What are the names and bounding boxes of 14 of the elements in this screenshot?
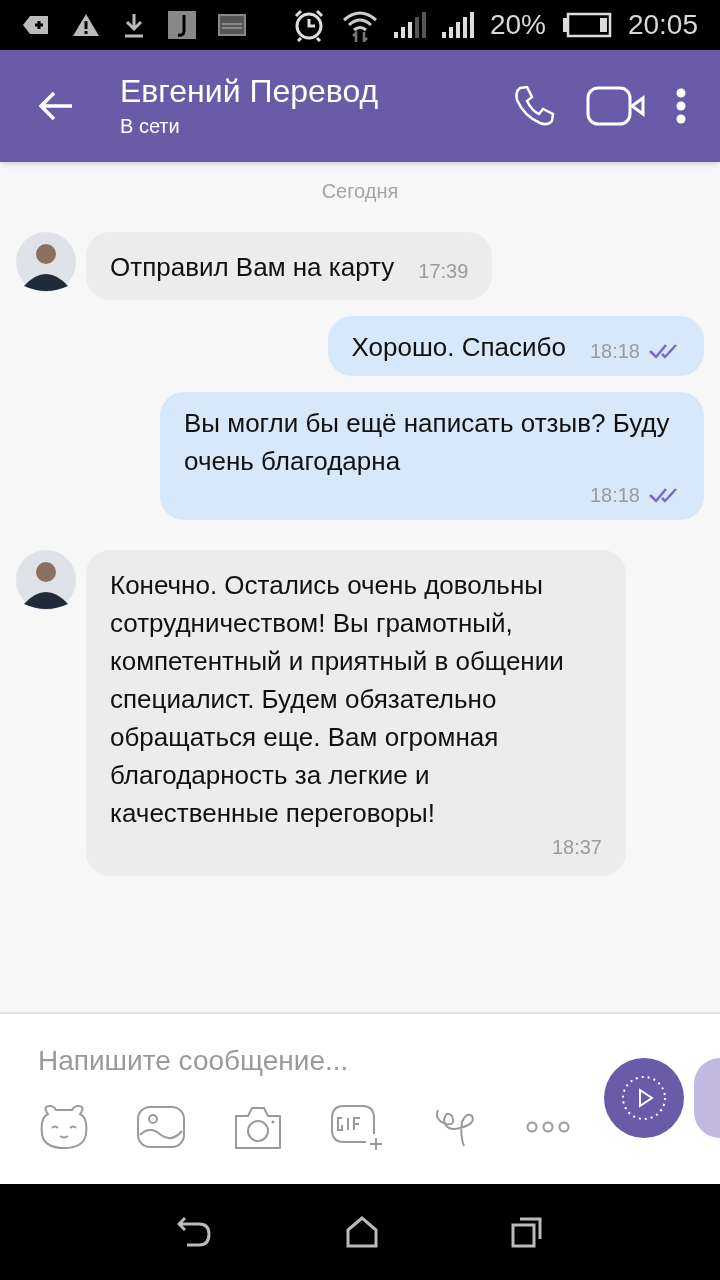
date-divider: Сегодня	[321, 179, 399, 204]
message-text: Конечно. Остались очень довольны сотрудничеством! Вы грамотный, компетентный и приятный в общении специалист. Будем обязательно обращаться еще. Вам огромная благодарность за легкие и качественные переговоры!	[110, 569, 565, 830]
message-text: Хорошо. Спасибо	[351, 331, 566, 364]
message-time: 18:18	[589, 339, 640, 364]
contact-status: В сети	[120, 114, 181, 139]
message-text: Отправил Вам на карту	[110, 251, 395, 284]
message-time: 17:39	[418, 259, 469, 284]
message-input[interactable]: Напишите сообщение...	[38, 1040, 598, 1082]
message-time: 18:37	[551, 835, 602, 860]
clock: 20:05	[627, 8, 698, 42]
battery-percent: 20%	[489, 8, 546, 42]
contact-name: Евгений Перевод	[120, 72, 379, 111]
message-text: Вы могли бы ещё написать отзыв? Буду очень благодарна	[184, 407, 671, 478]
message-time: 18:18	[589, 483, 640, 508]
